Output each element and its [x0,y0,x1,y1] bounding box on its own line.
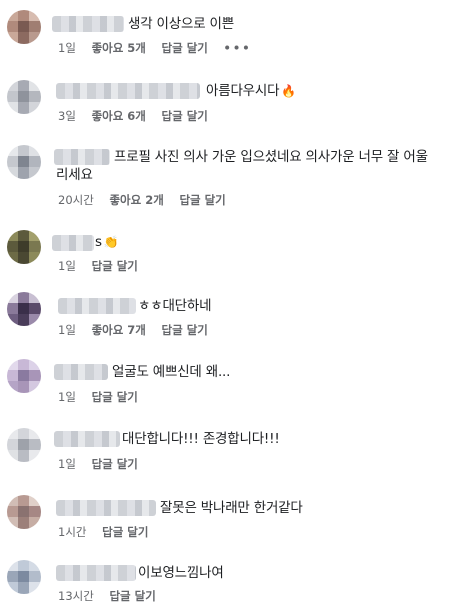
comment-meta: 20시간 좋아요 2개 답글 달기 [58,192,238,208]
reply-button[interactable]: 답글 달기 [162,40,208,56]
avatar[interactable] [7,495,41,529]
like-count[interactable]: 좋아요 6개 [92,108,146,124]
comment-meta: 13시간 답글 달기 [58,588,168,604]
comment-text: 대단합니다!!! 존경합니다!!! [122,431,280,447]
reply-button[interactable]: 답글 달기 [179,192,225,208]
reply-button[interactable]: 답글 달기 [92,258,138,274]
author-name-blurred[interactable] [56,500,156,516]
comment-text: 얼굴도 예쁘신데 왜... [112,364,231,380]
author-name-blurred[interactable] [54,364,108,380]
comment-meta: 1일 좋아요 5개 답글 달기 ••• [58,40,264,56]
comment-time: 1일 [58,41,76,55]
comment-text: 생각 이상으로 이쁜 [128,16,234,32]
comment-text: 아름다우시다 🔥 [206,81,296,102]
comment-text: ㅎㅎ대단하네 [138,298,212,314]
comment-text: 프로필 사진 의사 가운 입으셨네요 의사가운 너무 잘 어울 [114,149,428,165]
comment-text-body: 아름다우시다 [206,83,280,99]
avatar[interactable] [7,292,41,326]
like-count[interactable]: 좋아요 7개 [92,322,146,338]
comment-meta: 1시간 답글 달기 [58,524,160,540]
comment-time: 1일 [58,259,76,273]
more-options-icon[interactable]: ••• [224,40,252,56]
comment-text-continued: 리세요 [56,167,93,183]
comment-meta: 3일 좋아요 6개 답글 달기 [58,108,220,124]
comment-time: 1시간 [58,525,87,539]
comment-meta: 1일 답글 달기 [58,258,150,274]
comment-meta: 1일 좋아요 7개 답글 달기 [58,322,220,338]
author-name-blurred[interactable] [58,298,136,314]
comment-time: 1일 [58,323,76,337]
avatar[interactable] [7,428,41,462]
reply-button[interactable]: 답글 달기 [162,322,208,338]
avatar[interactable] [7,230,41,264]
author-name-blurred[interactable] [54,149,110,165]
avatar[interactable] [7,560,41,594]
comment-text-body: s [95,234,102,250]
reply-button[interactable]: 답글 달기 [109,588,155,604]
author-name-blurred[interactable] [54,431,120,447]
reply-button[interactable]: 답글 달기 [162,108,208,124]
fire-icon: 🔥 [281,84,297,98]
avatar[interactable] [7,145,41,179]
clapping-hands-icon: 👏 [103,235,119,249]
comment-text: 이보영느낌나여 [138,565,224,581]
comment-time: 1일 [58,390,76,404]
reply-button[interactable]: 답글 달기 [92,456,138,472]
author-name-blurred[interactable] [52,16,124,32]
author-name-blurred[interactable] [56,83,200,99]
author-name-blurred[interactable] [56,565,136,581]
avatar[interactable] [7,80,41,114]
comment-time: 13시간 [58,589,94,603]
comment-text: s 👏 [95,232,119,253]
comment-time: 1일 [58,457,76,471]
comment-time: 20시간 [58,193,94,207]
comment-meta: 1일 답글 달기 [58,456,150,472]
avatar[interactable] [7,10,41,44]
like-count[interactable]: 좋아요 5개 [92,40,146,56]
author-name-blurred[interactable] [52,235,94,251]
comment-time: 3일 [58,109,76,123]
avatar[interactable] [7,359,41,393]
comment-meta: 1일 답글 달기 [58,389,150,405]
comment-text: 잘못은 박나래만 한거같다 [160,500,303,516]
like-count[interactable]: 좋아요 2개 [109,192,163,208]
reply-button[interactable]: 답글 달기 [102,524,148,540]
reply-button[interactable]: 답글 달기 [92,389,138,405]
